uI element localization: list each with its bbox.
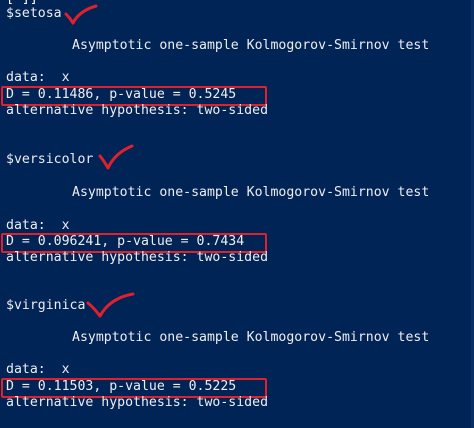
test-title-virginica: Asymptotic one-sample Kolmogorov-Smirnov… bbox=[72, 330, 430, 345]
alternative-line-setosa: alternative hypothesis: two-sided bbox=[6, 103, 269, 118]
test-title-setosa: Asymptotic one-sample Kolmogorov-Smirnov… bbox=[72, 38, 430, 53]
red-checkmark-icon bbox=[98, 144, 134, 170]
data-line-setosa: data: x bbox=[6, 70, 70, 85]
group-name-virginica: $virginica bbox=[6, 298, 86, 313]
group-name-versicolor: $versicolor bbox=[6, 152, 94, 167]
data-line-versicolor: data: x bbox=[6, 218, 70, 233]
group-name-setosa: $setosa bbox=[6, 6, 62, 21]
data-line-virginica: data: x bbox=[6, 362, 70, 377]
red-checkmark-icon bbox=[86, 292, 135, 318]
console-output: [ ]] $setosa Asymptotic one-sample Kolmo… bbox=[0, 0, 474, 428]
red-checkmark-icon bbox=[64, 4, 98, 25]
alternative-line-versicolor: alternative hypothesis: two-sided bbox=[6, 250, 269, 265]
alternative-line-virginica: alternative hypothesis: two-sided bbox=[6, 395, 269, 410]
test-title-versicolor: Asymptotic one-sample Kolmogorov-Smirnov… bbox=[72, 185, 430, 200]
